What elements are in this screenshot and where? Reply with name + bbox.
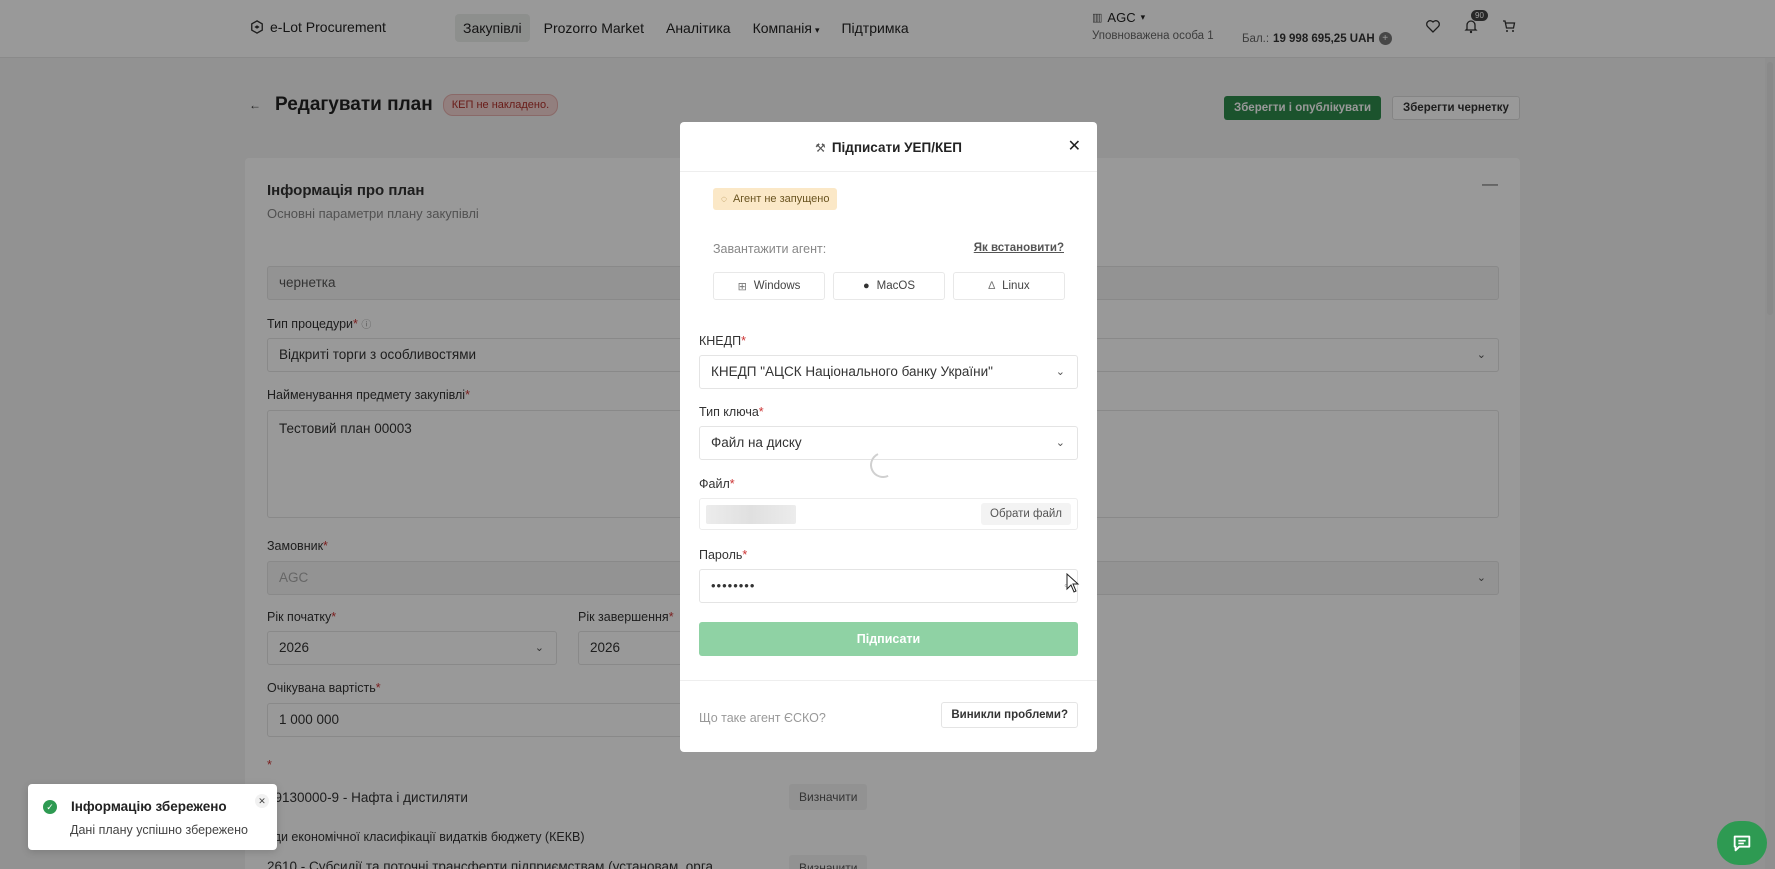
password-input[interactable]: ••••••••◦ xyxy=(699,569,1078,603)
signature-icon: ⚒ xyxy=(815,141,826,156)
toast-message: Дані плану успішно збережено xyxy=(70,823,248,837)
file-label-text: Файл xyxy=(699,477,730,491)
download-windows-button[interactable]: ⊞ Windows xyxy=(713,272,825,300)
key-type-label: Тип ключа* xyxy=(699,405,764,419)
file-label: Файл* xyxy=(699,477,735,491)
chevron-down-icon: ⌄ xyxy=(1055,437,1065,449)
macos-label: MacOS xyxy=(876,280,915,292)
success-toast: ✓ Інформацію збережено Дані плану успішн… xyxy=(28,784,277,850)
linux-label: Linux xyxy=(1002,280,1030,292)
os-download-buttons: ⊞ Windows ● MacOS ∆ Linux xyxy=(713,272,1065,300)
password-value: •••••••• xyxy=(711,578,756,593)
how-to-install-link[interactable]: Як встановити? xyxy=(974,242,1064,254)
problems-button[interactable]: Виникли проблеми? xyxy=(941,702,1078,728)
choose-file-button[interactable]: Обрати файл xyxy=(981,503,1071,525)
windows-label: Windows xyxy=(753,280,801,292)
required-mark: * xyxy=(741,334,746,348)
mouse-cursor-icon xyxy=(1066,573,1080,593)
password-label: Пароль* xyxy=(699,548,747,562)
windows-icon: ⊞ xyxy=(737,280,747,293)
kednp-label-text: КНЕДП xyxy=(699,334,742,348)
apple-icon: ● xyxy=(863,280,870,292)
download-agent-label: Завантажити агент: xyxy=(713,242,827,256)
key-type-label-text: Тип ключа xyxy=(699,405,759,419)
sign-button[interactable]: Підписати xyxy=(699,622,1078,656)
required-mark: * xyxy=(742,548,748,562)
file-input[interactable]: Обрати файл xyxy=(699,498,1078,530)
warning-icon: ◌ xyxy=(721,193,727,205)
download-macos-button[interactable]: ● MacOS xyxy=(833,272,945,300)
close-icon[interactable]: ✕ xyxy=(1068,136,1081,156)
kednp-value: КНЕДП "АЦСК Національного банку України" xyxy=(711,364,993,379)
agent-status-text: Агент не запущено xyxy=(732,193,830,205)
key-type-value: Файл на диску xyxy=(711,435,802,450)
download-linux-button[interactable]: ∆ Linux xyxy=(953,272,1065,300)
modal-header: ⚒ Підписати УЕП/КЕП ✕ xyxy=(680,122,1097,172)
agent-status-badge: ◌ Агент не запущено xyxy=(713,188,838,210)
password-label-text: Пароль xyxy=(699,548,743,562)
close-icon[interactable]: ✕ xyxy=(255,794,269,808)
chevron-down-icon: ⌄ xyxy=(1055,366,1065,378)
sign-modal: ⚒ Підписати УЕП/КЕП ✕ ◌ Агент не запущено… xyxy=(680,122,1097,752)
check-circle-icon: ✓ xyxy=(43,800,57,814)
kednp-label: КНЕДП* xyxy=(699,334,746,348)
linux-icon: ∆ xyxy=(988,280,996,292)
chat-icon xyxy=(1733,835,1751,852)
modal-footer: Що таке агент ЄСКО? Виникли проблеми? xyxy=(680,680,1097,752)
modal-title: ⚒ Підписати УЕП/КЕП xyxy=(680,140,1097,155)
kednp-select[interactable]: КНЕДП "АЦСК Національного банку України"… xyxy=(699,355,1078,389)
chat-button[interactable] xyxy=(1717,821,1767,865)
required-mark: * xyxy=(758,405,764,419)
file-name-redacted xyxy=(706,505,796,524)
toast-title: Інформацію збережено xyxy=(71,799,227,814)
required-mark: * xyxy=(729,477,735,491)
modal-title-text: Підписати УЕП/КЕП xyxy=(831,140,962,155)
what-is-agent-link[interactable]: Що таке агент ЄСКО? xyxy=(699,711,826,725)
scrollbar-thumb[interactable] xyxy=(1767,62,1773,315)
